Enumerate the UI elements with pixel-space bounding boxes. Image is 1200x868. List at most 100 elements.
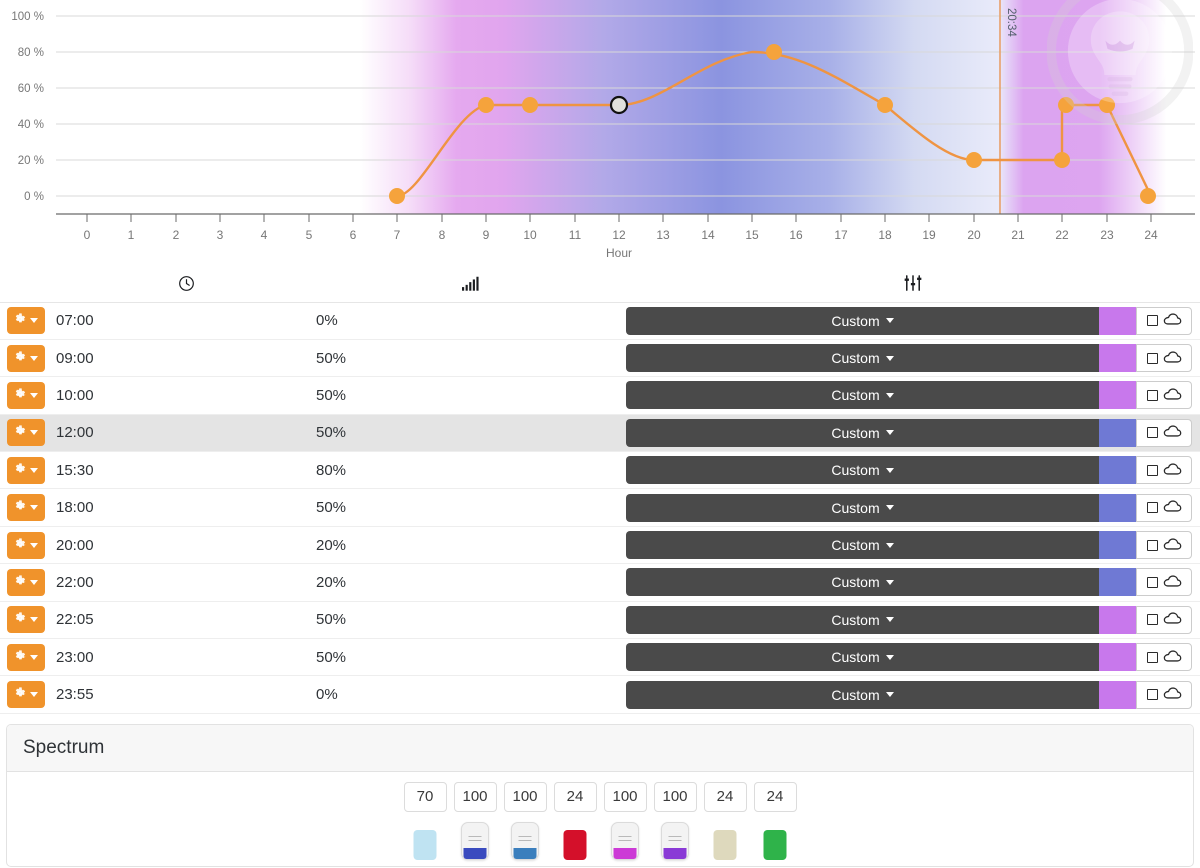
checkbox-icon[interactable] bbox=[1146, 539, 1158, 551]
spectrum-slider[interactable] bbox=[458, 821, 492, 866]
data-point[interactable] bbox=[766, 44, 782, 60]
row-settings-button[interactable] bbox=[7, 531, 45, 559]
table-row[interactable]: 20:00 20% Custom bbox=[0, 526, 1200, 564]
data-point[interactable] bbox=[1058, 97, 1074, 113]
spectrum-slider[interactable] bbox=[408, 822, 442, 866]
checkbox-icon[interactable] bbox=[1146, 689, 1158, 701]
scene-color-swatch[interactable] bbox=[1099, 381, 1136, 410]
spectrum-value-input[interactable]: 24 bbox=[753, 781, 797, 812]
table-row[interactable]: 12:00 50% Custom bbox=[0, 414, 1200, 452]
checkbox-icon[interactable] bbox=[1146, 502, 1158, 514]
spectrum-slider[interactable] bbox=[608, 821, 642, 866]
slider-thumb[interactable] bbox=[461, 821, 489, 860]
scene-color-swatch[interactable] bbox=[1099, 493, 1136, 522]
scene-dropdown-button[interactable]: Custom bbox=[626, 493, 1099, 522]
row-settings-button[interactable] bbox=[7, 344, 45, 372]
checkbox-icon[interactable] bbox=[1146, 464, 1158, 476]
slider-thumb[interactable] bbox=[661, 821, 689, 860]
scene-cloud-toggle[interactable] bbox=[1136, 568, 1192, 597]
checkbox-icon[interactable] bbox=[1146, 576, 1158, 588]
scene-color-swatch[interactable] bbox=[1099, 605, 1136, 634]
data-point[interactable] bbox=[1140, 188, 1156, 204]
data-point[interactable] bbox=[389, 188, 405, 204]
spectrum-slider[interactable] bbox=[708, 822, 742, 866]
scene-color-swatch[interactable] bbox=[1099, 531, 1136, 560]
scene-cloud-toggle[interactable] bbox=[1136, 344, 1192, 373]
scene-color-swatch[interactable] bbox=[1099, 344, 1136, 373]
checkbox-icon[interactable] bbox=[1146, 315, 1158, 327]
scene-color-swatch[interactable] bbox=[1099, 568, 1136, 597]
data-point[interactable] bbox=[1099, 97, 1115, 113]
scene-cloud-toggle[interactable] bbox=[1136, 493, 1192, 522]
row-settings-button[interactable] bbox=[7, 456, 45, 484]
scene-dropdown-button[interactable]: Custom bbox=[626, 643, 1099, 672]
row-settings-button[interactable] bbox=[7, 419, 45, 447]
table-row[interactable]: 18:00 50% Custom bbox=[0, 489, 1200, 527]
table-row[interactable]: 07:00 0% Custom bbox=[0, 302, 1200, 340]
row-settings-button[interactable] bbox=[7, 681, 45, 709]
scene-dropdown-button[interactable]: Custom bbox=[626, 344, 1099, 373]
slider-thumb[interactable] bbox=[611, 821, 639, 860]
data-point[interactable] bbox=[522, 97, 538, 113]
scene-dropdown-button[interactable]: Custom bbox=[626, 568, 1099, 597]
data-point-selected[interactable] bbox=[609, 95, 629, 115]
spectrum-value-input[interactable]: 24 bbox=[703, 781, 747, 812]
row-settings-button[interactable] bbox=[7, 381, 45, 409]
spectrum-value-input[interactable]: 100 bbox=[503, 781, 547, 812]
checkbox-icon[interactable] bbox=[1146, 427, 1158, 439]
row-settings-button[interactable] bbox=[7, 494, 45, 522]
scene-dropdown-button[interactable]: Custom bbox=[626, 306, 1099, 335]
spectrum-value-input[interactable]: 100 bbox=[453, 781, 497, 812]
slider-thumb[interactable] bbox=[511, 821, 539, 860]
spectrum-slider[interactable] bbox=[558, 822, 592, 866]
slider-color-cap[interactable] bbox=[713, 829, 737, 860]
table-row[interactable]: 10:00 50% Custom bbox=[0, 377, 1200, 415]
scene-cloud-toggle[interactable] bbox=[1136, 680, 1192, 709]
row-settings-button[interactable] bbox=[7, 643, 45, 671]
scene-cloud-toggle[interactable] bbox=[1136, 456, 1192, 485]
spectrum-value-input[interactable]: 100 bbox=[603, 781, 647, 812]
scene-color-swatch[interactable] bbox=[1099, 680, 1136, 709]
data-point[interactable] bbox=[966, 152, 982, 168]
checkbox-icon[interactable] bbox=[1146, 651, 1158, 663]
table-row[interactable]: 23:55 0% Custom bbox=[0, 676, 1200, 714]
scene-cloud-toggle[interactable] bbox=[1136, 605, 1192, 634]
slider-color-cap[interactable] bbox=[413, 829, 437, 860]
scene-cloud-toggle[interactable] bbox=[1136, 418, 1192, 447]
slider-color-cap[interactable] bbox=[563, 829, 587, 860]
spectrum-value-input[interactable]: 24 bbox=[553, 781, 597, 812]
data-point[interactable] bbox=[877, 97, 893, 113]
row-settings-button[interactable] bbox=[7, 606, 45, 634]
scene-dropdown-button[interactable]: Custom bbox=[626, 605, 1099, 634]
row-settings-button[interactable] bbox=[7, 307, 45, 335]
table-row[interactable]: 22:05 50% Custom bbox=[0, 601, 1200, 639]
table-row[interactable]: 09:00 50% Custom bbox=[0, 339, 1200, 377]
data-point[interactable] bbox=[1054, 152, 1070, 168]
checkbox-icon[interactable] bbox=[1146, 389, 1158, 401]
schedule-chart[interactable]: 100 % 80 % 60 % 40 % 20 % 0 % 20:34 0 1 … bbox=[0, 0, 1200, 270]
scene-color-swatch[interactable] bbox=[1099, 456, 1136, 485]
scene-color-swatch[interactable] bbox=[1099, 643, 1136, 672]
row-settings-button[interactable] bbox=[7, 568, 45, 596]
scene-color-swatch[interactable] bbox=[1099, 418, 1136, 447]
spectrum-slider[interactable] bbox=[758, 822, 792, 866]
spectrum-slider[interactable] bbox=[658, 821, 692, 866]
spectrum-slider[interactable] bbox=[508, 821, 542, 866]
spectrum-value-input[interactable]: 70 bbox=[403, 781, 447, 812]
slider-color-cap[interactable] bbox=[763, 829, 787, 860]
data-point[interactable] bbox=[478, 97, 494, 113]
table-row[interactable]: 22:00 20% Custom bbox=[0, 564, 1200, 602]
scene-cloud-toggle[interactable] bbox=[1136, 306, 1192, 335]
scene-dropdown-button[interactable]: Custom bbox=[626, 680, 1099, 709]
checkbox-icon[interactable] bbox=[1146, 352, 1158, 364]
scene-cloud-toggle[interactable] bbox=[1136, 531, 1192, 560]
scene-cloud-toggle[interactable] bbox=[1136, 643, 1192, 672]
scene-dropdown-button[interactable]: Custom bbox=[626, 381, 1099, 410]
spectrum-value-input[interactable]: 100 bbox=[653, 781, 697, 812]
table-row[interactable]: 15:30 80% Custom bbox=[0, 452, 1200, 489]
table-row[interactable]: 23:00 50% Custom bbox=[0, 639, 1200, 676]
scene-color-swatch[interactable] bbox=[1099, 306, 1136, 335]
checkbox-icon[interactable] bbox=[1146, 614, 1158, 626]
scene-dropdown-button[interactable]: Custom bbox=[626, 531, 1099, 560]
scene-dropdown-button[interactable]: Custom bbox=[626, 456, 1099, 485]
